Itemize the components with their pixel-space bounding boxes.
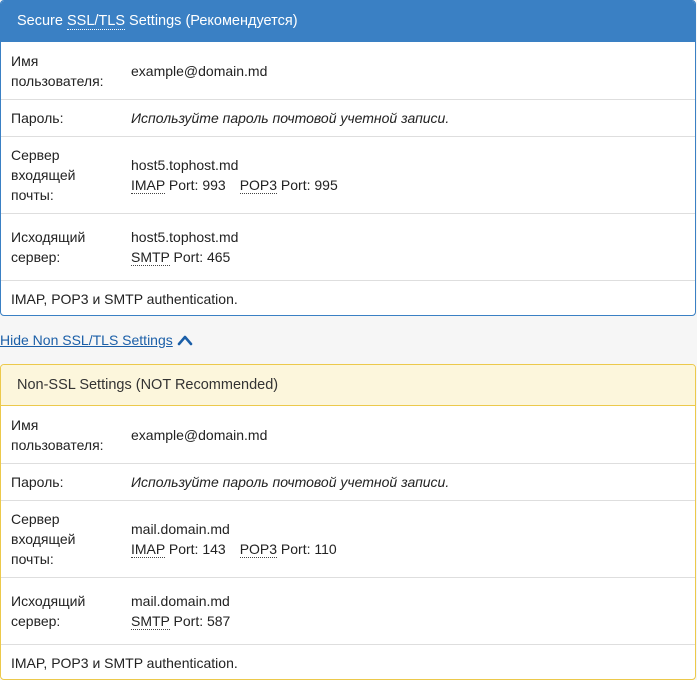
nonssl-username-row: Имя пользователя: example@domain.md bbox=[1, 406, 695, 463]
toggle-label: Hide Non SSL/TLS Settings bbox=[0, 332, 173, 348]
outgoing-label-line2: сервер: bbox=[11, 249, 61, 265]
incoming-label-line2: входящей bbox=[11, 167, 76, 183]
pop3-abbr: POP3 bbox=[239, 541, 278, 558]
outgoing-server-label: Исходящий сервер: bbox=[11, 591, 131, 631]
pop3-abbr: POP3 bbox=[239, 177, 278, 194]
auth-text: IMAP, POP3 и SMTP authentication. bbox=[11, 290, 238, 307]
ssl-settings-panel: Secure SSL/TLS Settings (Рекомендуется) … bbox=[0, 0, 696, 316]
incoming-ports: IMAP Port: 993 POP3 Port: 995 bbox=[131, 175, 338, 195]
ssl-panel-title: Secure SSL/TLS Settings (Рекомендуется) bbox=[1, 1, 695, 42]
ssl-outgoing-row: Исходящий сервер: host5.tophost.md SMTP … bbox=[1, 213, 695, 280]
incoming-server-value: mail.domain.md IMAP Port: 143 POP3 Port: … bbox=[131, 519, 337, 559]
outgoing-label-line1: Исходящий bbox=[11, 593, 86, 609]
password-value: Используйте пароль почтовой учетной запи… bbox=[131, 110, 450, 126]
ssl-tls-abbr: SSL/TLS bbox=[66, 13, 126, 30]
outgoing-server-value: mail.domain.md SMTP Port: 587 bbox=[131, 591, 230, 631]
ssl-incoming-row: Сервер входящей почты: host5.tophost.md … bbox=[1, 136, 695, 213]
username-value: example@domain.md bbox=[131, 62, 268, 79]
smtp-port: Port: 587 bbox=[169, 613, 231, 629]
toggle-row: Hide Non SSL/TLS Settings bbox=[0, 316, 697, 364]
imap-abbr: IMAP bbox=[131, 541, 165, 558]
smtp-abbr: SMTP bbox=[131, 249, 170, 266]
ssl-settings-table: Имя пользователя: example@domain.md Паро… bbox=[1, 42, 695, 315]
username-value: example@domain.md bbox=[131, 426, 268, 443]
username-label-line2: пользователя: bbox=[11, 72, 104, 89]
smtp-port: Port: 465 bbox=[169, 249, 231, 265]
smtp-abbr: SMTP bbox=[131, 613, 170, 630]
password-label: Пароль: bbox=[11, 110, 64, 126]
incoming-label-line1: Сервер bbox=[11, 147, 60, 163]
incoming-label-line2: входящей bbox=[11, 531, 76, 547]
outgoing-ports: SMTP Port: 465 bbox=[131, 247, 238, 267]
outgoing-label-line1: Исходящий bbox=[11, 229, 86, 245]
password-label: Пароль: bbox=[11, 474, 64, 490]
ssl-password-row: Пароль: Используйте пароль почтовой учет… bbox=[1, 99, 695, 136]
username-label: Имя пользователя: bbox=[11, 51, 131, 91]
auth-text: IMAP, POP3 и SMTP authentication. bbox=[11, 654, 238, 671]
nonssl-outgoing-row: Исходящий сервер: mail.domain.md SMTP Po… bbox=[1, 577, 695, 644]
imap-port: Port: 993 bbox=[164, 177, 226, 193]
outgoing-server-label: Исходящий сервер: bbox=[11, 227, 131, 267]
chevron-up-icon bbox=[177, 335, 193, 346]
nonssl-auth-row: IMAP, POP3 и SMTP authentication. bbox=[1, 644, 695, 679]
incoming-server-label: Сервер входящей почты: bbox=[11, 145, 131, 205]
ssl-title-suffix: Settings (Рекомендуется) bbox=[125, 13, 298, 29]
non-ssl-panel-title: Non-SSL Settings (NOT Recommended) bbox=[1, 365, 695, 406]
incoming-host: host5.tophost.md bbox=[131, 157, 239, 173]
outgoing-host: mail.domain.md bbox=[131, 593, 230, 609]
pop3-port: Port: 995 bbox=[277, 177, 338, 193]
ssl-auth-row: IMAP, POP3 и SMTP authentication. bbox=[1, 280, 695, 315]
incoming-server-value: host5.tophost.md IMAP Port: 993 POP3 Port… bbox=[131, 155, 338, 195]
username-label-line2: пользователя: bbox=[11, 436, 104, 453]
username-label-line1: Имя bbox=[11, 52, 39, 69]
non-ssl-settings-table: Имя пользователя: example@domain.md Паро… bbox=[1, 406, 695, 679]
nonssl-password-row: Пароль: Используйте пароль почтовой учет… bbox=[1, 463, 695, 500]
non-ssl-settings-panel: Non-SSL Settings (NOT Recommended) Имя п… bbox=[0, 364, 696, 680]
outgoing-ports: SMTP Port: 587 bbox=[131, 611, 230, 631]
ssl-username-row: Имя пользователя: example@domain.md bbox=[1, 42, 695, 99]
incoming-ports: IMAP Port: 143 POP3 Port: 110 bbox=[131, 539, 337, 559]
username-label-line1: Имя bbox=[11, 416, 39, 433]
ssl-title-prefix: Secure bbox=[17, 13, 67, 29]
outgoing-host: host5.tophost.md bbox=[131, 229, 239, 245]
outgoing-label-line2: сервер: bbox=[11, 613, 61, 629]
pop3-port: Port: 110 bbox=[277, 541, 337, 557]
incoming-host: mail.domain.md bbox=[131, 521, 230, 537]
username-label: Имя пользователя: bbox=[11, 415, 131, 455]
nonssl-incoming-row: Сервер входящей почты: mail.domain.md IM… bbox=[1, 500, 695, 577]
imap-abbr: IMAP bbox=[131, 177, 165, 194]
password-value: Используйте пароль почтовой учетной запи… bbox=[131, 474, 450, 490]
incoming-server-label: Сервер входящей почты: bbox=[11, 509, 131, 569]
incoming-label-line3: почты: bbox=[11, 551, 54, 567]
incoming-label-line1: Сервер bbox=[11, 511, 60, 527]
hide-non-ssl-settings-link[interactable]: Hide Non SSL/TLS Settings bbox=[0, 332, 193, 348]
outgoing-server-value: host5.tophost.md SMTP Port: 465 bbox=[131, 227, 238, 267]
imap-port: Port: 143 bbox=[164, 541, 226, 557]
incoming-label-line3: почты: bbox=[11, 187, 54, 203]
